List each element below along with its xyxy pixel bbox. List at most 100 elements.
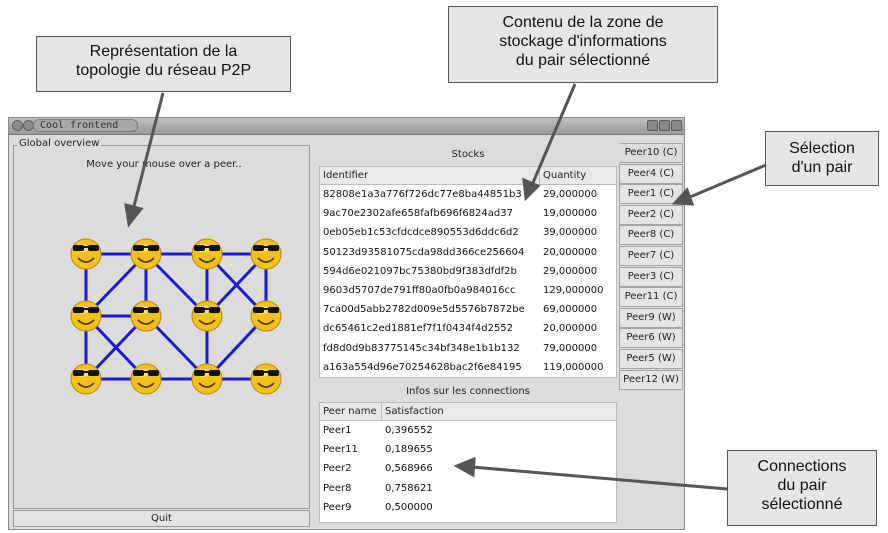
arrow-selection xyxy=(689,163,767,199)
connection-row[interactable]: Peer1 0,396552 xyxy=(320,421,616,440)
close-icon[interactable] xyxy=(671,120,682,131)
stock-quantity: 119,000000 xyxy=(543,361,604,373)
stock-quantity: 69,000000 xyxy=(543,304,598,316)
stocks-row[interactable]: 9603d5707de791ff80a0fb0a984016cc 129,0000… xyxy=(320,281,616,300)
peer-tab[interactable]: Peer2 (C) xyxy=(619,204,683,225)
peer-node-icon[interactable] xyxy=(250,300,282,332)
window-title: Cool frontend xyxy=(33,119,138,132)
peer-node-icon[interactable] xyxy=(250,238,282,270)
stocks-row[interactable]: fd8d0d9b83775145c34bf348e1b1b132 79,00000… xyxy=(320,339,616,358)
stock-identifier: 50123d93581075cda98dd366ce256604 xyxy=(323,246,525,258)
connection-row[interactable]: Peer2 0,568966 xyxy=(320,459,616,478)
callout-selection: Sélection d'un pair xyxy=(765,131,879,186)
stock-identifier: 9603d5707de791ff80a0fb0a984016cc xyxy=(323,284,516,296)
stock-quantity: 129,000000 xyxy=(543,284,604,296)
stocks-table[interactable]: Identifier Quantity 82808e1a3a776f726dc7… xyxy=(319,166,617,378)
peer-tab[interactable]: Peer11 (C) xyxy=(619,287,683,308)
stocks-rows: 82808e1a3a776f726dc77e8ba44851b3 29,00000… xyxy=(320,185,616,377)
peer-node-icon[interactable] xyxy=(130,300,162,332)
connections-table[interactable]: Peer name Satisfaction Peer1 0,396552 Peer… xyxy=(319,402,617,523)
peer-node-icon[interactable] xyxy=(191,238,223,270)
connection-peer-name: Peer2 xyxy=(323,463,352,475)
stocks-row[interactable]: 82808e1a3a776f726dc77e8ba44851b3 29,00000… xyxy=(320,185,616,204)
stock-identifier: fd8d0d9b83775145c34bf348e1b1b132 xyxy=(323,342,520,354)
quit-button[interactable]: Quit xyxy=(13,510,310,527)
connection-peer-name: Peer1 xyxy=(323,425,352,436)
connection-row[interactable]: Peer8 0,758621 xyxy=(320,479,616,498)
peer-tabs: Peer10 (C) Peer4 (C) Peer1 (C) Peer2 (C) Pee… xyxy=(619,143,683,390)
stock-identifier: a163a554d96e70254628bac2f6e84195 xyxy=(323,361,522,373)
app-window: Cool frontend Global overview Move your … xyxy=(8,117,685,530)
peer-node-icon[interactable] xyxy=(70,300,102,332)
stocks-title: Stocks xyxy=(451,149,485,160)
callout-connections: Connections du pair sélectionné xyxy=(727,450,877,526)
stock-quantity: 39,000000 xyxy=(543,227,598,239)
stock-identifier: 0eb05eb1c53cfdcdce890553d6ddc6d2 xyxy=(323,227,519,239)
connections-rows: Peer1 0,396552 Peer11 0,189655 Peer2 0,568966… xyxy=(320,421,616,517)
stock-identifier: 9ac70e2302afe658fafb696f6824ad37 xyxy=(323,208,513,220)
stocks-row[interactable]: 50123d93581075cda98dd366ce256604 20,00000… xyxy=(320,243,616,262)
stock-quantity: 79,000000 xyxy=(543,342,598,354)
peer-tab[interactable]: Peer12 (W) xyxy=(619,369,683,390)
stocks-row[interactable]: dc65461c2ed1881ef7f1f0434f4d2552 20,00000… xyxy=(320,319,616,338)
connection-peer-name: Peer11 xyxy=(323,444,358,456)
stock-quantity: 29,000000 xyxy=(543,189,598,200)
window-controls xyxy=(646,120,682,134)
connection-satisfaction: 0,500000 xyxy=(385,501,433,513)
peer-tab[interactable]: Peer9 (W) xyxy=(619,307,683,328)
connection-satisfaction: 0,568966 xyxy=(385,463,433,475)
window-menu-icon[interactable] xyxy=(12,120,23,131)
global-overview-label: Global overview xyxy=(17,138,102,149)
stocks-row[interactable]: 9ac70e2302afe658fafb696f6824ad37 19,00000… xyxy=(320,204,616,223)
stock-quantity: 19,000000 xyxy=(543,208,598,220)
column-header-identifier[interactable]: Identifier xyxy=(320,167,540,184)
stocks-row[interactable]: 0eb05eb1c53cfdcdce890553d6ddc6d2 39,00000… xyxy=(320,223,616,242)
peer-tab[interactable]: Peer5 (W) xyxy=(619,348,683,369)
connection-satisfaction: 0,396552 xyxy=(385,425,433,436)
connections-header: Peer name Satisfaction xyxy=(320,403,616,421)
stocks-header: Identifier Quantity xyxy=(320,167,616,185)
peer-node-icon[interactable] xyxy=(70,238,102,270)
stock-quantity: 20,000000 xyxy=(543,323,598,335)
peer-tab[interactable]: Peer10 (C) xyxy=(619,143,683,163)
column-header-satisfaction[interactable]: Satisfaction xyxy=(382,403,616,420)
peer-node-icon[interactable] xyxy=(191,300,223,332)
stocks-row[interactable]: a163a554d96e70254628bac2f6e84195 119,0000… xyxy=(320,358,616,377)
callout-storage: Contenu de la zone de stockage d'informa… xyxy=(448,6,718,83)
topology-edges xyxy=(84,252,268,381)
overview-hint: Move your mouse over a peer.. xyxy=(86,159,242,170)
connection-satisfaction: 0,189655 xyxy=(385,444,433,456)
peer-node-icon[interactable] xyxy=(130,238,162,270)
column-header-peer-name[interactable]: Peer name xyxy=(320,403,382,420)
stock-quantity: 29,000000 xyxy=(543,265,598,277)
connection-satisfaction: 0,758621 xyxy=(385,482,433,494)
peer-tab[interactable]: Peer7 (C) xyxy=(619,245,683,266)
network-topology-graph[interactable] xyxy=(14,146,309,508)
stock-identifier: 594d6e021097bc75380bd9f383dfdf2b xyxy=(323,265,517,277)
stock-identifier: 7ca00d5abb2782d009e5d5576b7872be xyxy=(323,304,525,316)
peer-tab[interactable]: Peer6 (W) xyxy=(619,328,683,349)
title-bar[interactable]: Cool frontend xyxy=(9,118,684,135)
peer-tab[interactable]: Peer1 (C) xyxy=(619,184,683,205)
peer-node-icon[interactable] xyxy=(191,363,223,395)
stocks-row[interactable]: 7ca00d5abb2782d009e5d5576b7872be 69,00000… xyxy=(320,300,616,319)
peer-details-panel: Stocks Identifier Quantity 82808e1a3a776… xyxy=(319,145,617,527)
stocks-row[interactable]: 594d6e021097bc75380bd9f383dfdf2b 29,00000… xyxy=(320,262,616,281)
global-overview-panel xyxy=(13,145,310,509)
maximize-icon[interactable] xyxy=(659,120,670,131)
peer-node-icon[interactable] xyxy=(250,363,282,395)
column-header-quantity[interactable]: Quantity xyxy=(540,167,616,184)
stock-identifier: 82808e1a3a776f726dc77e8ba44851b3 xyxy=(323,189,522,200)
connection-row[interactable]: Peer9 0,500000 xyxy=(320,498,616,517)
peer-tab[interactable]: Peer4 (C) xyxy=(619,163,683,184)
peer-node-icon[interactable] xyxy=(130,363,162,395)
peer-tab[interactable]: Peer3 (C) xyxy=(619,266,683,287)
connection-row[interactable]: Peer11 0,189655 xyxy=(320,440,616,459)
stock-identifier: dc65461c2ed1881ef7f1f0434f4d2552 xyxy=(323,323,514,335)
connections-title: Infos sur les connections xyxy=(406,386,530,397)
stock-quantity: 20,000000 xyxy=(543,246,598,258)
peer-node-icon[interactable] xyxy=(70,363,102,395)
peer-tab[interactable]: Peer8 (C) xyxy=(619,225,683,246)
minimize-icon[interactable] xyxy=(647,120,658,131)
callout-topology: Représentation de la topologie du réseau… xyxy=(36,36,291,92)
